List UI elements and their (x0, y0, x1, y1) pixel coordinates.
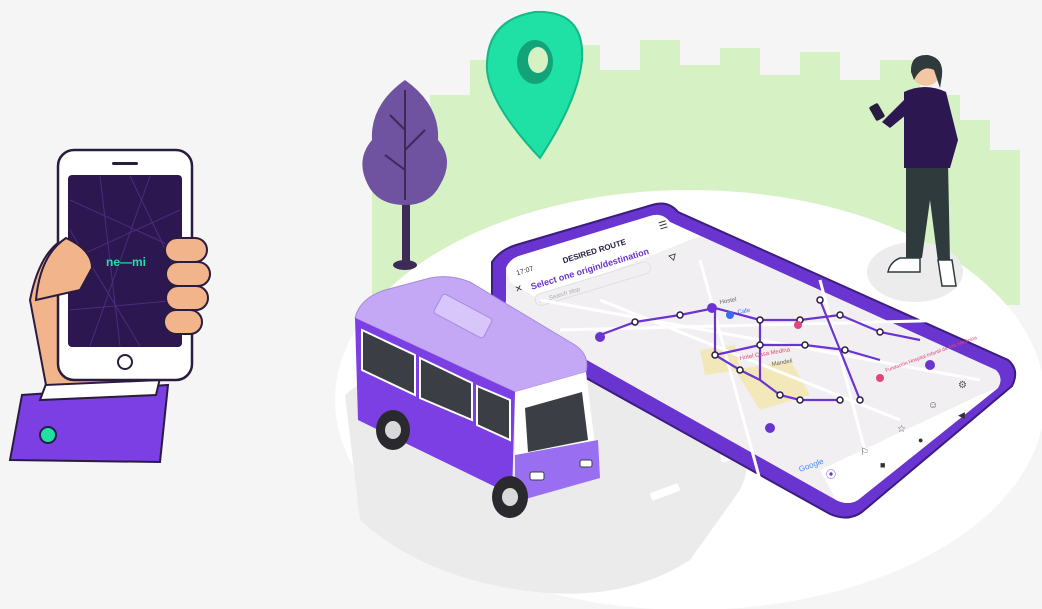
settings-icon[interactable]: ⚙ (958, 380, 967, 391)
illustration-canvas: ne—mi 17:07 DESIRED ROUTE ✕ Select one o… (8, 10, 1042, 609)
map-pin-icon (707, 303, 717, 313)
explore-icon[interactable]: ⦿ (826, 469, 836, 481)
nav-recents-icon[interactable]: ■ (880, 460, 885, 470)
app-logo: ne—mi (106, 255, 146, 269)
emoji-icon[interactable]: ☺ (928, 400, 938, 411)
map-pin-icon (765, 423, 775, 433)
phone-speaker (112, 162, 138, 165)
hand-holding-phone: ne—mi (8, 148, 211, 464)
nav-back-icon[interactable]: ◀ (958, 410, 965, 420)
map-pin-icon (794, 321, 802, 329)
finger (163, 309, 203, 335)
finger (165, 285, 209, 311)
map-pin-icon (876, 374, 884, 382)
cuff-button-icon (39, 426, 57, 444)
map-pin-icon (595, 332, 605, 342)
map-pin-icon (925, 360, 935, 370)
bookmark-icon[interactable]: ⚐ (860, 447, 869, 458)
map-pin-icon (726, 311, 734, 319)
phone-home-button (117, 354, 133, 370)
finger (165, 261, 211, 287)
nav-home-icon[interactable]: ● (918, 435, 923, 445)
star-icon[interactable]: ☆ (897, 424, 906, 435)
finger (164, 237, 208, 263)
